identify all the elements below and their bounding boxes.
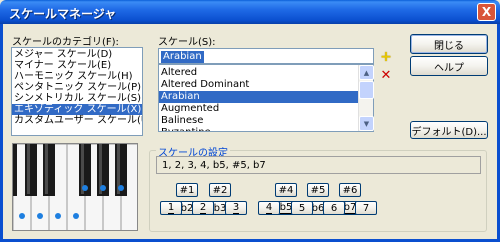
scale-formula-field: 1, 2, 3, 4, b5, #5, b7 — [156, 156, 481, 174]
black-key[interactable] — [25, 144, 37, 196]
default-button[interactable]: デフォルト(D)... — [410, 121, 488, 139]
sharp-toggle-label: #2 — [212, 184, 228, 196]
scale-list-scrollbar[interactable]: ▲ ▼ — [358, 65, 374, 131]
window-title: スケールマネージャ — [9, 7, 117, 21]
close-button[interactable]: 閉じる — [410, 34, 488, 54]
category-item[interactable]: メジャー スケール(D) — [12, 49, 142, 60]
black-key-highlight — [27, 144, 30, 194]
scroll-down-icon[interactable]: ▼ — [359, 116, 374, 131]
delete-icon: ✕ — [380, 67, 392, 83]
category-list[interactable]: メジャー スケール(D) マイナー スケール(E) ハーモニック スケール(H) ペン… — [11, 47, 143, 136]
natural-toggle-label: 4 — [265, 202, 273, 214]
natural-toggle-label: 7 — [362, 202, 370, 214]
white-key-dot — [19, 213, 25, 219]
natural-toggle[interactable]: 5 — [291, 201, 313, 215]
scale-name-input[interactable]: Arabian — [158, 48, 374, 64]
white-key-dot — [37, 213, 43, 219]
natural-toggle[interactable]: 4 — [258, 201, 280, 215]
scroll-up-icon[interactable]: ▲ — [359, 65, 374, 80]
scale-item[interactable]: Altered — [159, 67, 359, 79]
black-key-dot — [118, 185, 124, 191]
natural-toggle-label: 6 — [330, 202, 338, 214]
scale-item[interactable]: Byzantine — [159, 127, 359, 131]
natural-toggle[interactable]: 2 — [192, 201, 214, 215]
scroll-thumb[interactable] — [359, 81, 374, 99]
help-button[interactable]: ヘルプ — [410, 56, 488, 76]
scale-list[interactable]: Altered Altered Dominant Arabian Augmented B… — [158, 64, 374, 132]
natural-toggle[interactable]: 1 — [160, 201, 182, 215]
black-key-highlight — [45, 144, 48, 194]
delete-scale-button[interactable]: ✕ — [378, 67, 394, 83]
sharp-toggle[interactable]: #4 — [275, 183, 297, 197]
category-item[interactable]: マイナー スケール(E) — [12, 60, 142, 71]
natural-toggle[interactable]: 6 — [323, 201, 345, 215]
sharp-toggle-label: #5 — [310, 184, 326, 196]
piano-keys[interactable] — [13, 144, 138, 231]
sharp-toggle-label: #4 — [278, 184, 294, 196]
category-item[interactable]: カスタムユーザー スケール(U) — [12, 115, 142, 126]
black-key-dot — [82, 185, 88, 191]
black-key-dot — [100, 185, 106, 191]
piano-keyboard[interactable] — [12, 143, 138, 231]
category-label: スケールのカテゴリ(F): — [12, 37, 119, 48]
close-icon: X — [481, 5, 492, 19]
sharp-toggle[interactable]: #1 — [176, 183, 198, 197]
sharp-toggle[interactable]: #6 — [339, 183, 361, 197]
natural-toggle-label: 1 — [167, 202, 175, 214]
category-item[interactable]: シンメトリカル スケール(S) — [12, 93, 142, 104]
sharp-toggle-label: #6 — [342, 184, 358, 196]
black-key[interactable] — [43, 144, 55, 196]
scale-name-value: Arabian — [161, 51, 204, 63]
window-close-button[interactable]: X — [477, 3, 496, 21]
category-item[interactable]: エキゾティック スケール(X) — [12, 104, 142, 115]
natural-toggle-label: 5 — [298, 202, 306, 214]
white-key-dot — [73, 213, 79, 219]
sharp-toggle-label: #1 — [179, 184, 195, 196]
scale-item[interactable]: Altered Dominant — [159, 79, 359, 91]
scale-item[interactable]: Balinese — [159, 115, 359, 127]
natural-toggle-label: 2 — [199, 202, 207, 214]
black-key[interactable] — [13, 144, 17, 196]
white-key-dot — [55, 213, 61, 219]
category-item[interactable]: ハーモニック スケール(H) — [12, 71, 142, 82]
add-icon: + — [380, 49, 392, 65]
scale-label: スケール(S): — [158, 37, 216, 48]
natural-toggle-label: 3 — [232, 202, 240, 214]
sharp-toggle[interactable]: #2 — [209, 183, 231, 197]
scale-formula-value: 1, 2, 3, 4, b5, #5, b7 — [162, 160, 266, 171]
category-item[interactable]: ペンタトニック スケール(P) — [12, 82, 142, 93]
natural-toggle[interactable]: 7 — [355, 201, 377, 215]
scale-item[interactable]: Arabian — [159, 91, 359, 103]
natural-toggle[interactable]: 3 — [225, 201, 247, 215]
add-scale-button[interactable]: + — [378, 49, 394, 65]
scale-item[interactable]: Augmented — [159, 103, 359, 115]
sharp-toggle[interactable]: #5 — [307, 183, 329, 197]
window-frame-left — [0, 24, 3, 242]
